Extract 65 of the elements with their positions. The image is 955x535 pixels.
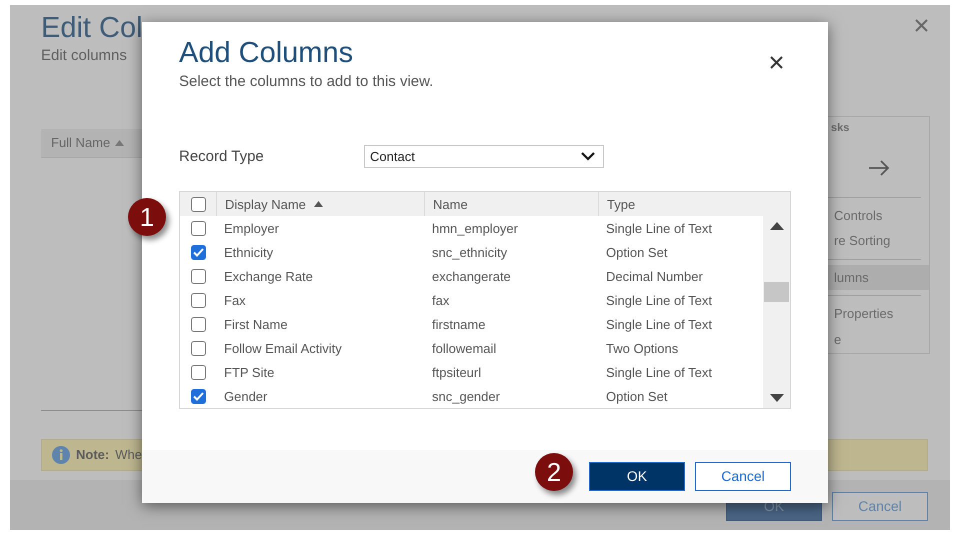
note-label: Note: xyxy=(76,446,110,464)
dialog-title: Add Columns xyxy=(179,36,354,71)
sort-ascending-icon xyxy=(314,201,323,208)
ok-button[interactable]: OK xyxy=(589,462,685,491)
cancel-button[interactable]: Cancel xyxy=(832,492,928,521)
panel-heading: sks xyxy=(830,121,850,136)
panel-item[interactable]: e xyxy=(828,326,929,352)
cancel-button[interactable]: Cancel xyxy=(695,462,791,491)
record-type-dropdown[interactable]: Contact xyxy=(364,145,604,168)
checkbox[interactable] xyxy=(190,292,206,308)
table-cell-text: hmn_employer xyxy=(431,220,519,238)
table-cell-text: Ethnicity xyxy=(223,244,274,262)
step-number-marker: 1 xyxy=(128,198,166,236)
table-cell-text: First Name xyxy=(223,316,289,334)
scroll-up-icon xyxy=(770,222,784,230)
table-cell-text: fax xyxy=(431,292,450,310)
table-cell-text: Exchange Rate xyxy=(223,268,314,286)
page-title: Edit Col xyxy=(41,13,143,45)
panel-item[interactable]: Properties xyxy=(828,301,929,326)
table-cell-text: Single Line of Text xyxy=(605,364,713,382)
table-cell-text: Single Line of Text xyxy=(605,292,713,310)
chevron-down-icon xyxy=(581,152,595,162)
panel-item[interactable]: Controls xyxy=(828,202,929,228)
table-cell-text: Option Set xyxy=(605,244,668,262)
scrollbar[interactable] xyxy=(763,216,790,408)
table-cell-text: Single Line of Text xyxy=(605,316,713,334)
panel-item[interactable]: lumns xyxy=(828,264,929,290)
page-subtitle: Edit columns xyxy=(41,46,127,66)
close-icon[interactable] xyxy=(915,19,928,32)
checkbox[interactable] xyxy=(190,220,206,236)
table-cell-text: Follow Email Activity xyxy=(223,340,343,358)
checkbox[interactable] xyxy=(190,364,206,380)
info-icon xyxy=(52,446,70,464)
table-cell-text: FTP Site xyxy=(223,364,276,382)
note-text: Whe xyxy=(115,446,142,464)
checkbox[interactable] xyxy=(190,340,206,356)
table-cell-text: Single Line of Text xyxy=(605,220,713,238)
dialog-subtitle: Select the columns to add to this view. xyxy=(179,72,434,92)
table-cell-text: firstname xyxy=(431,316,486,334)
scroll-down-icon xyxy=(770,394,784,402)
table-cell-text: Fax xyxy=(223,292,247,310)
table-cell-text: Decimal Number xyxy=(605,268,704,286)
table-cell-text: snc_ethnicity xyxy=(431,244,508,262)
checkbox[interactable] xyxy=(190,268,206,284)
table-cell-text: snc_gender xyxy=(431,388,501,406)
sort-ascending-icon xyxy=(115,140,124,146)
scrollbar-thumb[interactable] xyxy=(764,282,789,302)
close-icon xyxy=(770,56,783,69)
table-cell-text: Employer xyxy=(223,220,280,238)
checkbox[interactable] xyxy=(190,244,206,260)
table-cell-text: Two Options xyxy=(605,340,680,358)
checkbox[interactable] xyxy=(190,388,206,404)
table-cell-text: Gender xyxy=(223,388,268,406)
table-cell-text: exchangerate xyxy=(431,268,512,286)
table-cell-text: ftpsiteurl xyxy=(431,364,482,382)
table-cell-text: Option Set xyxy=(605,388,668,406)
record-type-label: Record Type xyxy=(179,146,265,167)
column-header[interactable]: Name xyxy=(424,192,598,216)
checkbox[interactable] xyxy=(190,316,206,332)
table-cell-text: followemail xyxy=(431,340,498,358)
panel-item[interactable]: re Sorting xyxy=(828,228,929,254)
column-header[interactable]: Type xyxy=(598,192,763,216)
arrow-right-icon xyxy=(868,160,890,176)
checkbox[interactable] xyxy=(190,196,206,212)
column-header[interactable]: Display Name xyxy=(216,192,424,216)
